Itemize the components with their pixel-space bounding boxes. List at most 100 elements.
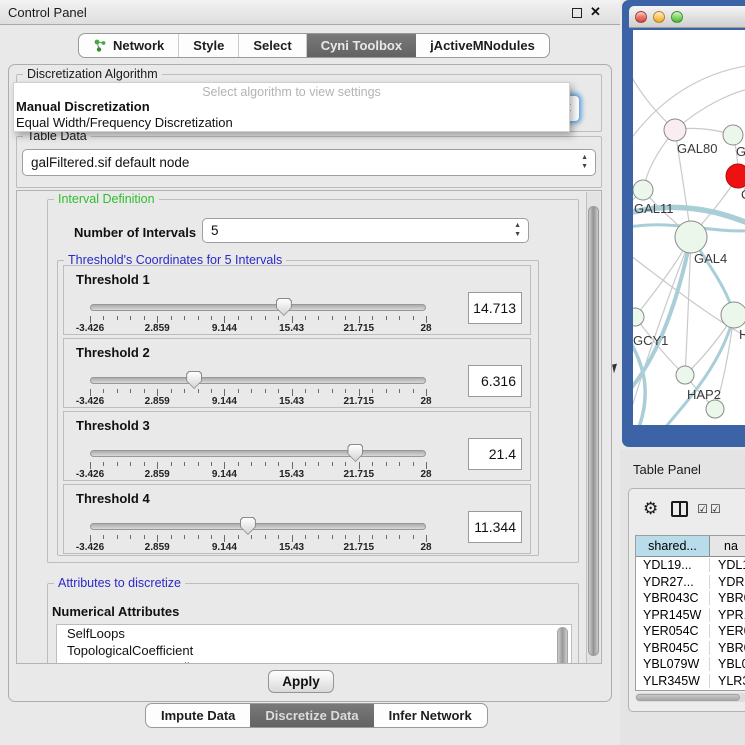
table-cell[interactable]: YPR145W	[710, 608, 745, 622]
tick-mark	[198, 316, 199, 320]
table-cell[interactable]: YER054C	[710, 624, 745, 638]
table-cell[interactable]: YDL19...	[710, 558, 745, 572]
column-header-shared-name[interactable]: shared...	[636, 536, 710, 556]
slider-thumb[interactable]	[347, 444, 363, 462]
checkbox-icon[interactable]: ☑	[697, 502, 708, 516]
table-cell[interactable]: YBR045C	[710, 641, 745, 655]
network-view-window[interactable]: GAL80GACGAL11GAL4GCY1HHAP2	[622, 0, 745, 447]
tick-mark	[332, 316, 333, 320]
slider-thumb[interactable]	[276, 298, 292, 316]
split-columns-icon[interactable]	[671, 501, 688, 517]
tick-mark	[305, 462, 306, 466]
table-cell[interactable]: YPR145W	[636, 608, 710, 622]
network-node[interactable]	[664, 119, 686, 141]
slider-track[interactable]	[90, 450, 426, 457]
network-node[interactable]	[726, 164, 745, 188]
apply-button[interactable]: Apply	[268, 670, 334, 693]
tick-label: 15.43	[279, 542, 304, 553]
tab-discretize-data[interactable]: Discretize Data	[250, 704, 373, 727]
network-node[interactable]	[633, 308, 644, 326]
threshold-value-field[interactable]: 14.713	[468, 292, 522, 324]
table-cell[interactable]: YLR345W	[636, 674, 710, 688]
table-row[interactable]: YPR145WYPR145W	[636, 607, 745, 624]
network-window-titlebar[interactable]	[629, 6, 745, 28]
threshold-slider[interactable]: -3.4262.8599.14415.4321.71528	[90, 442, 426, 478]
horizontal-scrollbar[interactable]	[635, 693, 745, 702]
network-node[interactable]	[721, 302, 745, 328]
table-cell[interactable]: YER054C	[636, 624, 710, 638]
dropdown-option-manual[interactable]: Manual Discretization	[14, 99, 569, 115]
attribute-item[interactable]: TopologicalCoefficient	[57, 642, 571, 659]
table-cell[interactable]: YBR043C	[636, 591, 710, 605]
close-icon[interactable]: ✕	[590, 4, 601, 20]
table-cell[interactable]: YIL053C	[636, 690, 710, 691]
list-scrollbar[interactable]	[557, 627, 568, 664]
table-row[interactable]: YBR043CYBR043C	[636, 590, 745, 607]
table-row[interactable]: YBL079WYBL079W	[636, 656, 745, 673]
threshold-label: Threshold 2	[76, 345, 150, 360]
dropdown-option-equal-width[interactable]: Equal Width/Frequency Discretization	[14, 115, 569, 131]
table-cell[interactable]: YLR345W	[710, 674, 745, 688]
network-node[interactable]	[676, 366, 694, 384]
network-canvas[interactable]: GAL80GACGAL11GAL4GCY1HHAP2	[633, 30, 745, 425]
table-row[interactable]: YIL053CYIL053C	[636, 689, 745, 691]
table-row[interactable]: YLR345WYLR345W	[636, 673, 745, 690]
vertical-scrollbar[interactable]	[586, 192, 600, 664]
tab-cyni-toolbox[interactable]: Cyni Toolbox	[307, 34, 416, 57]
table-cell[interactable]: YBL079W	[636, 657, 710, 671]
threshold-value-field[interactable]: 21.4	[468, 438, 522, 470]
network-node[interactable]	[723, 125, 743, 145]
slider-track[interactable]	[90, 304, 426, 311]
threshold-slider[interactable]: -3.4262.8599.14415.4321.71528	[90, 369, 426, 405]
float-window-icon[interactable]	[572, 8, 582, 18]
table-cell[interactable]: YIL053C	[710, 690, 745, 691]
threshold-slider[interactable]: -3.4262.8599.14415.4321.71528	[90, 296, 426, 332]
tab-jactivemnodules[interactable]: jActiveMNodules	[416, 34, 549, 57]
table-row[interactable]: YDR27...YDR27...	[636, 574, 745, 591]
table-cell[interactable]: YBR043C	[710, 591, 745, 605]
checkbox-icon[interactable]: ☑	[710, 502, 721, 516]
tab-infer-network[interactable]: Infer Network	[374, 704, 487, 727]
numerical-attributes-list[interactable]: SelfLoopsTopologicalCoefficientBetweenne…	[56, 624, 572, 664]
tab-impute-data[interactable]: Impute Data	[146, 704, 250, 727]
slider-thumb[interactable]	[240, 517, 256, 535]
zoom-traffic-light[interactable]	[671, 11, 683, 23]
threshold-slider[interactable]: -3.4262.8599.14415.4321.71528	[90, 515, 426, 551]
scrollbar-thumb[interactable]	[588, 206, 599, 656]
attribute-item[interactable]: BetweennessCentrality	[57, 659, 571, 664]
node-label: GAL4	[694, 251, 727, 266]
table-row[interactable]: YBR045CYBR045C	[636, 640, 745, 657]
tick-label: 9.144	[212, 396, 237, 407]
tick-mark	[211, 316, 212, 320]
minimize-traffic-light[interactable]	[653, 11, 665, 23]
column-header-name[interactable]: na	[710, 536, 745, 556]
network-node[interactable]	[675, 221, 707, 253]
table-cell[interactable]: YBL079W	[710, 657, 745, 671]
tab-select[interactable]: Select	[239, 34, 306, 57]
threshold-value-field[interactable]: 11.344	[468, 511, 522, 543]
table-row[interactable]: YDL19...YDL19...	[636, 557, 745, 574]
tab-style[interactable]: Style	[179, 34, 239, 57]
table-cell[interactable]: YDR27...	[636, 575, 710, 589]
tick-mark	[117, 535, 118, 539]
table-cell[interactable]: YDL19...	[636, 558, 710, 572]
tab-network[interactable]: Network	[79, 34, 179, 57]
network-node[interactable]	[633, 180, 653, 200]
tick-mark	[103, 389, 104, 393]
slider-track[interactable]	[90, 377, 426, 384]
attribute-item[interactable]: SelfLoops	[57, 625, 571, 642]
table-cell[interactable]: YDR27...	[710, 575, 745, 589]
network-node[interactable]	[706, 400, 724, 418]
table-cell[interactable]: YBR045C	[636, 641, 710, 655]
slider-thumb[interactable]	[186, 371, 202, 389]
tick-label: -3.426	[76, 396, 104, 407]
close-traffic-light[interactable]	[635, 11, 647, 23]
tick-mark	[399, 462, 400, 466]
threshold-value-field[interactable]: 6.316	[468, 365, 522, 397]
slider-track[interactable]	[90, 523, 426, 530]
scrollbar-thumb[interactable]	[636, 694, 740, 701]
gear-icon[interactable]: ⚙	[643, 499, 658, 519]
number-of-intervals-combobox[interactable]: 5 ▲▼	[202, 218, 529, 243]
table-data-combobox[interactable]: galFiltered.sif default node ▲▼	[22, 149, 596, 176]
table-row[interactable]: YER054CYER054C	[636, 623, 745, 640]
